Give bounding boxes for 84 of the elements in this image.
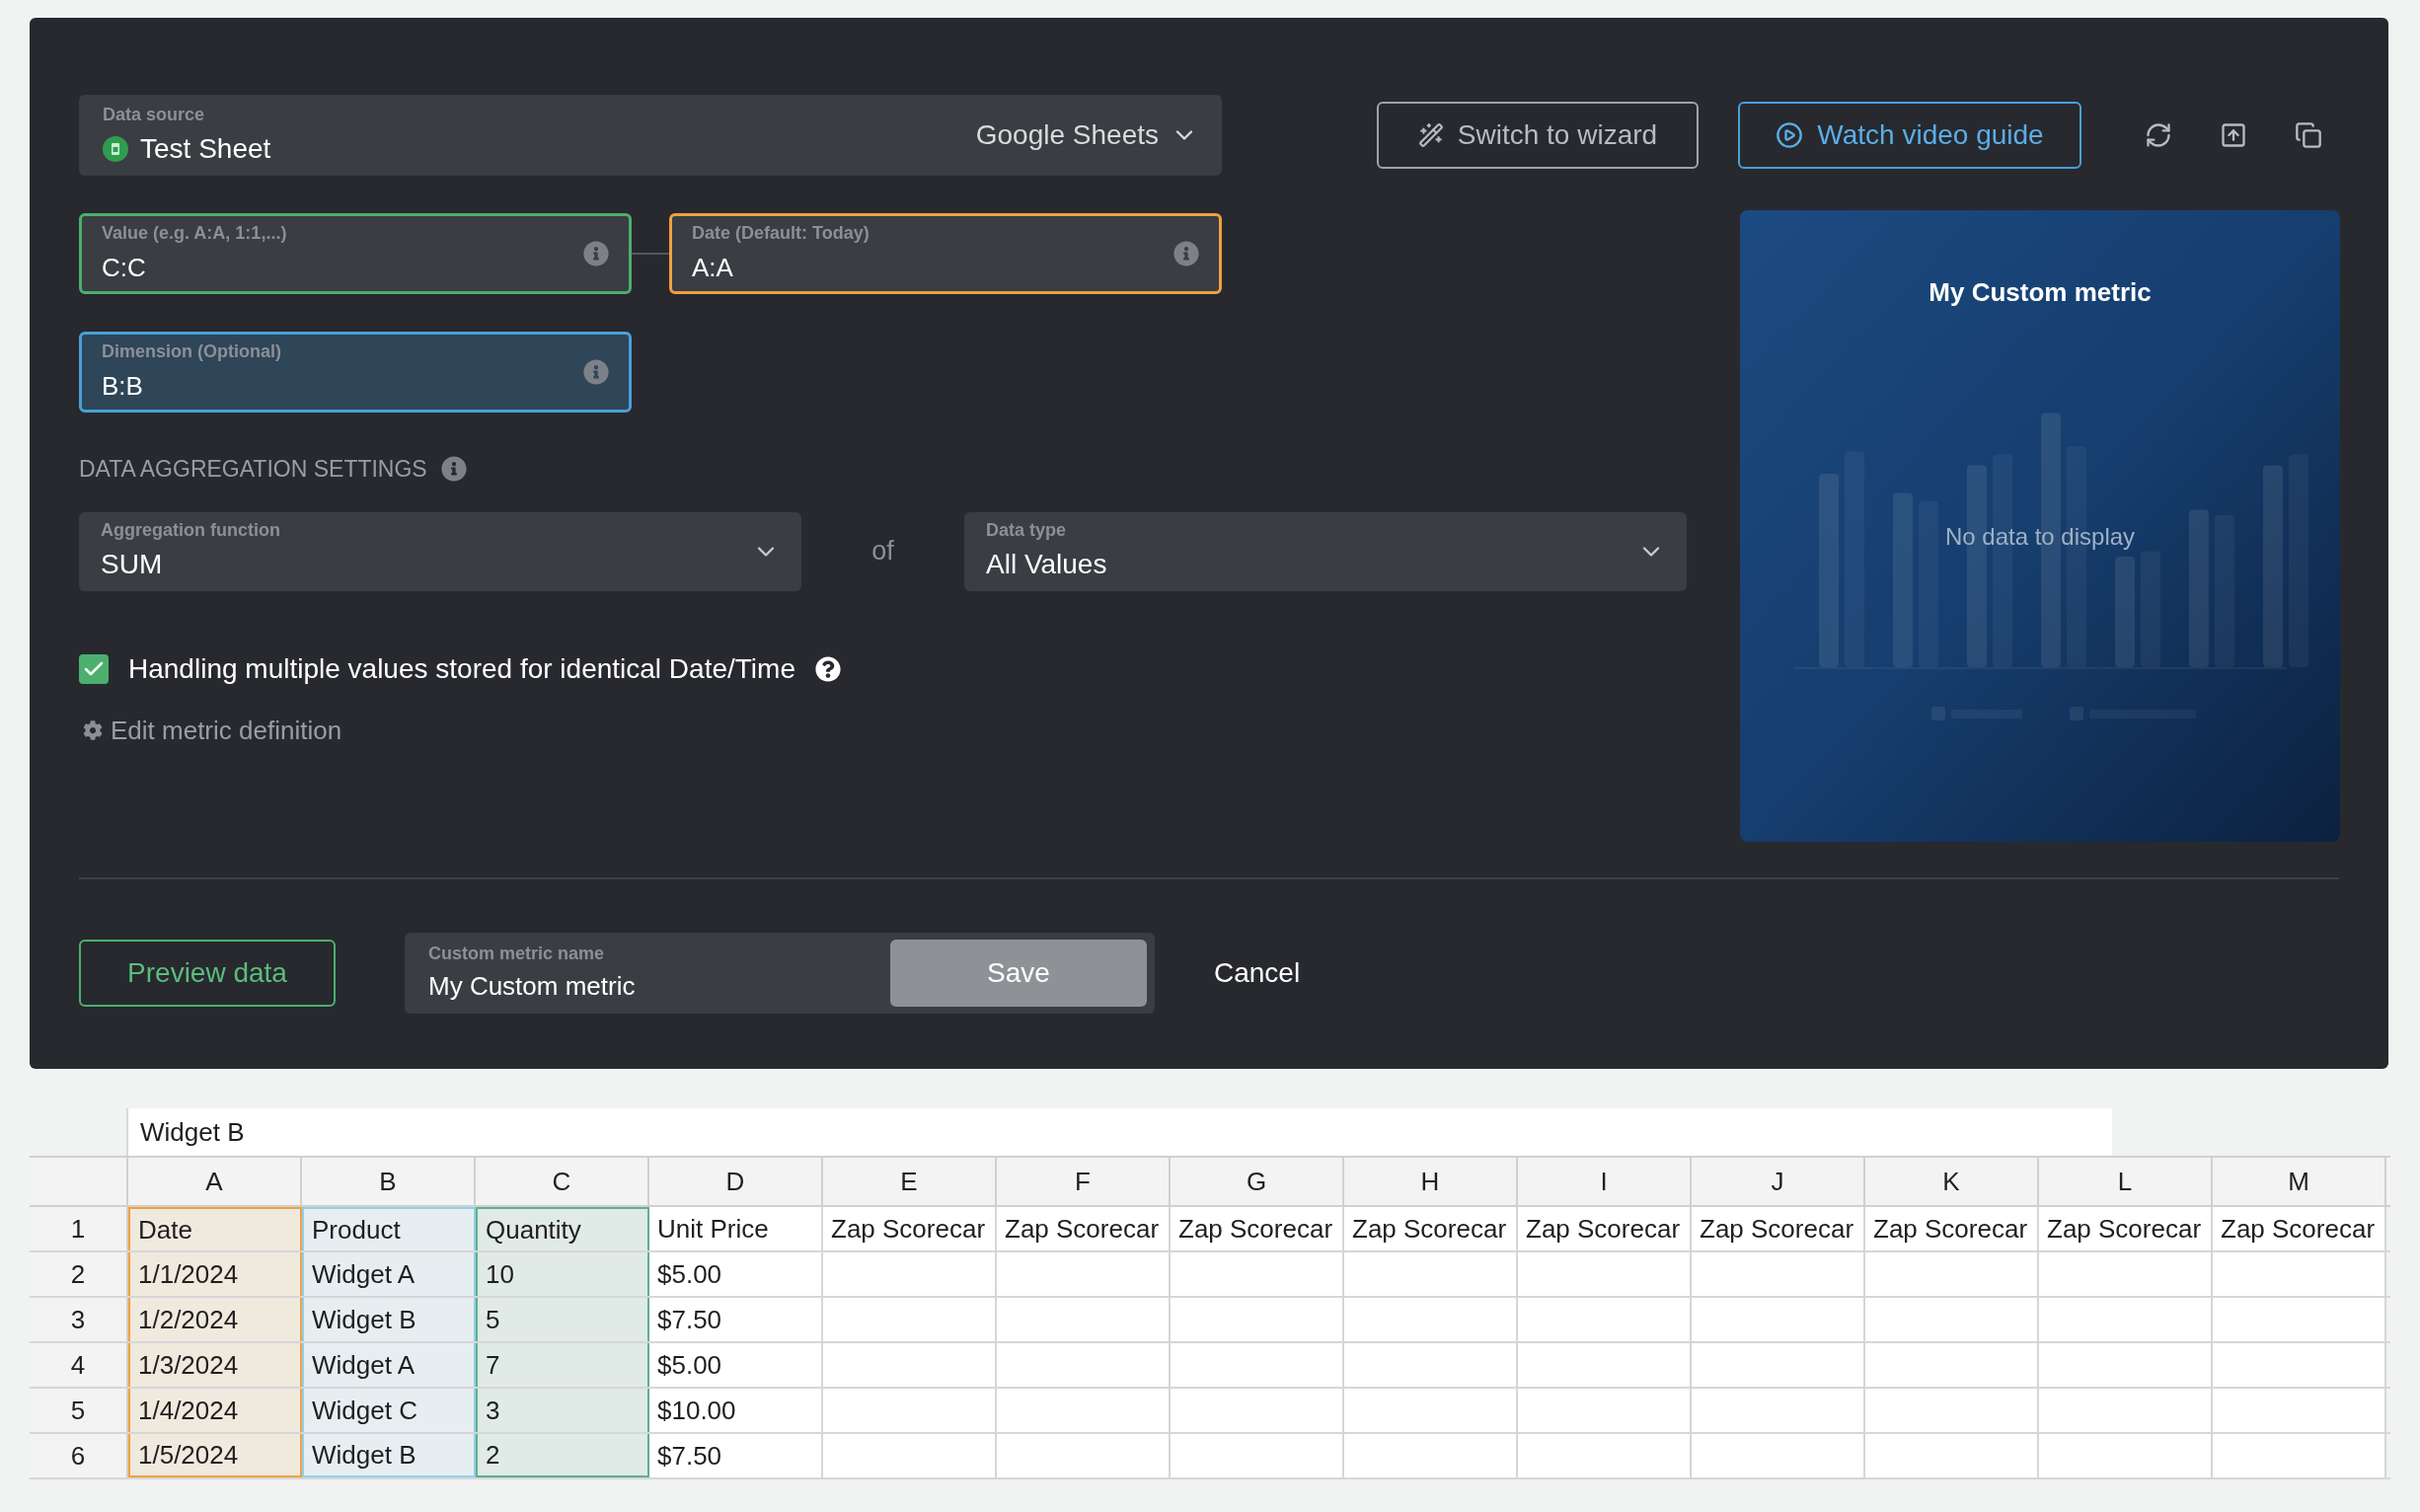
- table-cell: Quantity: [476, 1207, 649, 1250]
- column-header[interactable]: G: [1171, 1158, 1344, 1205]
- field-label: Date (Default: Today): [692, 222, 870, 245]
- checkbox-label: Handling multiple values stored for identical Date/Time: [128, 651, 795, 686]
- info-icon[interactable]: [583, 359, 609, 385]
- column-header[interactable]: C: [476, 1158, 649, 1205]
- column-header[interactable]: F: [997, 1158, 1171, 1205]
- column-header[interactable]: H: [1344, 1158, 1518, 1205]
- preview-data-button[interactable]: Preview data: [79, 940, 336, 1007]
- table-cell: Zap Scorecar: [1692, 1207, 1865, 1250]
- table-cell: Zap Scorecar: [997, 1207, 1171, 1250]
- column-header[interactable]: B: [302, 1158, 476, 1205]
- table-cell: 3: [476, 1389, 649, 1432]
- table-cell: Zap Scorecar: [1518, 1207, 1692, 1250]
- table-cell: 7: [476, 1343, 649, 1387]
- table-cell: Zap Scorecar: [1344, 1207, 1518, 1250]
- help-icon[interactable]: [814, 655, 841, 682]
- switch-wizard-button[interactable]: Switch to wizard: [1377, 102, 1699, 169]
- empty-message: No data to display: [1943, 522, 2137, 552]
- table-cell: Zap Scorecar: [2039, 1207, 2213, 1250]
- table-cell: Zap Scorecar: [2213, 1207, 2386, 1250]
- table-cell: 1/2/2024: [128, 1298, 302, 1341]
- table-cell: 1/1/2024: [128, 1252, 302, 1296]
- select-dropdown[interactable]: Data type All Values: [964, 511, 1687, 591]
- gear-icon: [83, 720, 103, 740]
- field-value: C:C: [102, 252, 147, 284]
- column-header[interactable]: E: [823, 1158, 997, 1205]
- column-header[interactable]: I: [1518, 1158, 1692, 1205]
- spreadsheet-logo-icon: [103, 135, 128, 162]
- info-icon[interactable]: [583, 241, 609, 266]
- field-label: Dimension (Optional): [102, 340, 281, 363]
- table-cell: $5.00: [649, 1252, 823, 1296]
- cancel-button[interactable]: Cancel: [1214, 952, 1301, 994]
- table-cell: Zap Scorecar: [1171, 1207, 1344, 1250]
- watch-video-button[interactable]: Watch video guide: [1738, 102, 2081, 169]
- column-header[interactable]: M: [2213, 1158, 2386, 1205]
- info-icon[interactable]: [440, 456, 467, 483]
- data-source-select[interactable]: Data source Test Sheet Google Sheets: [79, 95, 1222, 176]
- table-cell: $10.00: [649, 1389, 823, 1432]
- table-cell: Widget A: [302, 1343, 476, 1387]
- column-header[interactable]: K: [1865, 1158, 2039, 1205]
- field-label: Value (e.g. A:A, 1:1,...): [102, 222, 287, 245]
- table-cell: Widget C: [302, 1389, 476, 1432]
- table-cell: Zap Scorecar: [823, 1207, 997, 1250]
- field-value: A:A: [692, 252, 734, 284]
- table-cell: Date: [128, 1207, 302, 1250]
- formula-bar[interactable]: Widget B: [128, 1108, 2112, 1156]
- table-cell: Widget A: [302, 1252, 476, 1296]
- edit-metric-link[interactable]: Edit metric definition: [111, 711, 342, 750]
- provider-label: Google Sheets: [975, 118, 1159, 152]
- table-cell: 1/5/2024: [128, 1434, 302, 1477]
- table-cell: Widget B: [302, 1298, 476, 1341]
- table-cell: Unit Price: [649, 1207, 823, 1250]
- table-cell: 1/3/2024: [128, 1343, 302, 1387]
- table-cell: 5: [476, 1298, 649, 1341]
- table-cell: $7.50: [649, 1434, 823, 1477]
- input-field[interactable]: Date (Default: Today) A:A: [669, 213, 1222, 294]
- checkbox[interactable]: [79, 653, 109, 684]
- table-cell: 10: [476, 1252, 649, 1296]
- section-heading: DATA AGGREGATION SETTINGS: [79, 455, 427, 484]
- column-header[interactable]: L: [2039, 1158, 2213, 1205]
- input-field[interactable]: Value (e.g. A:A, 1:1,...) C:C: [79, 213, 632, 294]
- column-header[interactable]: J: [1692, 1158, 1865, 1205]
- table-cell: Product: [302, 1207, 476, 1250]
- preview-title: My Custom metric: [1928, 276, 2152, 309]
- field-value: B:B: [102, 370, 144, 403]
- select-dropdown[interactable]: Aggregation function SUM: [79, 511, 801, 591]
- joiner-text: of: [870, 535, 895, 568]
- play-icon: [1776, 121, 1804, 149]
- table-cell: $5.00: [649, 1343, 823, 1387]
- table-cell: $7.50: [649, 1298, 823, 1341]
- refresh-icon[interactable]: [2145, 121, 2172, 149]
- metric-name-field[interactable]: Custom metric name My Custom metric: [428, 941, 636, 1006]
- table-cell: 1/4/2024: [128, 1389, 302, 1432]
- magic-wand-icon: [1417, 122, 1444, 148]
- column-header[interactable]: A: [128, 1158, 302, 1205]
- input-field[interactable]: Dimension (Optional) B:B: [79, 332, 632, 413]
- copy-icon[interactable]: [2295, 121, 2322, 149]
- table-cell: Widget B: [302, 1434, 476, 1477]
- upload-icon[interactable]: [2220, 121, 2247, 149]
- column-header[interactable]: D: [649, 1158, 823, 1205]
- info-icon[interactable]: [1173, 241, 1199, 266]
- table-cell: Zap Scorecar: [1865, 1207, 2039, 1250]
- table-cell: 2: [476, 1434, 649, 1477]
